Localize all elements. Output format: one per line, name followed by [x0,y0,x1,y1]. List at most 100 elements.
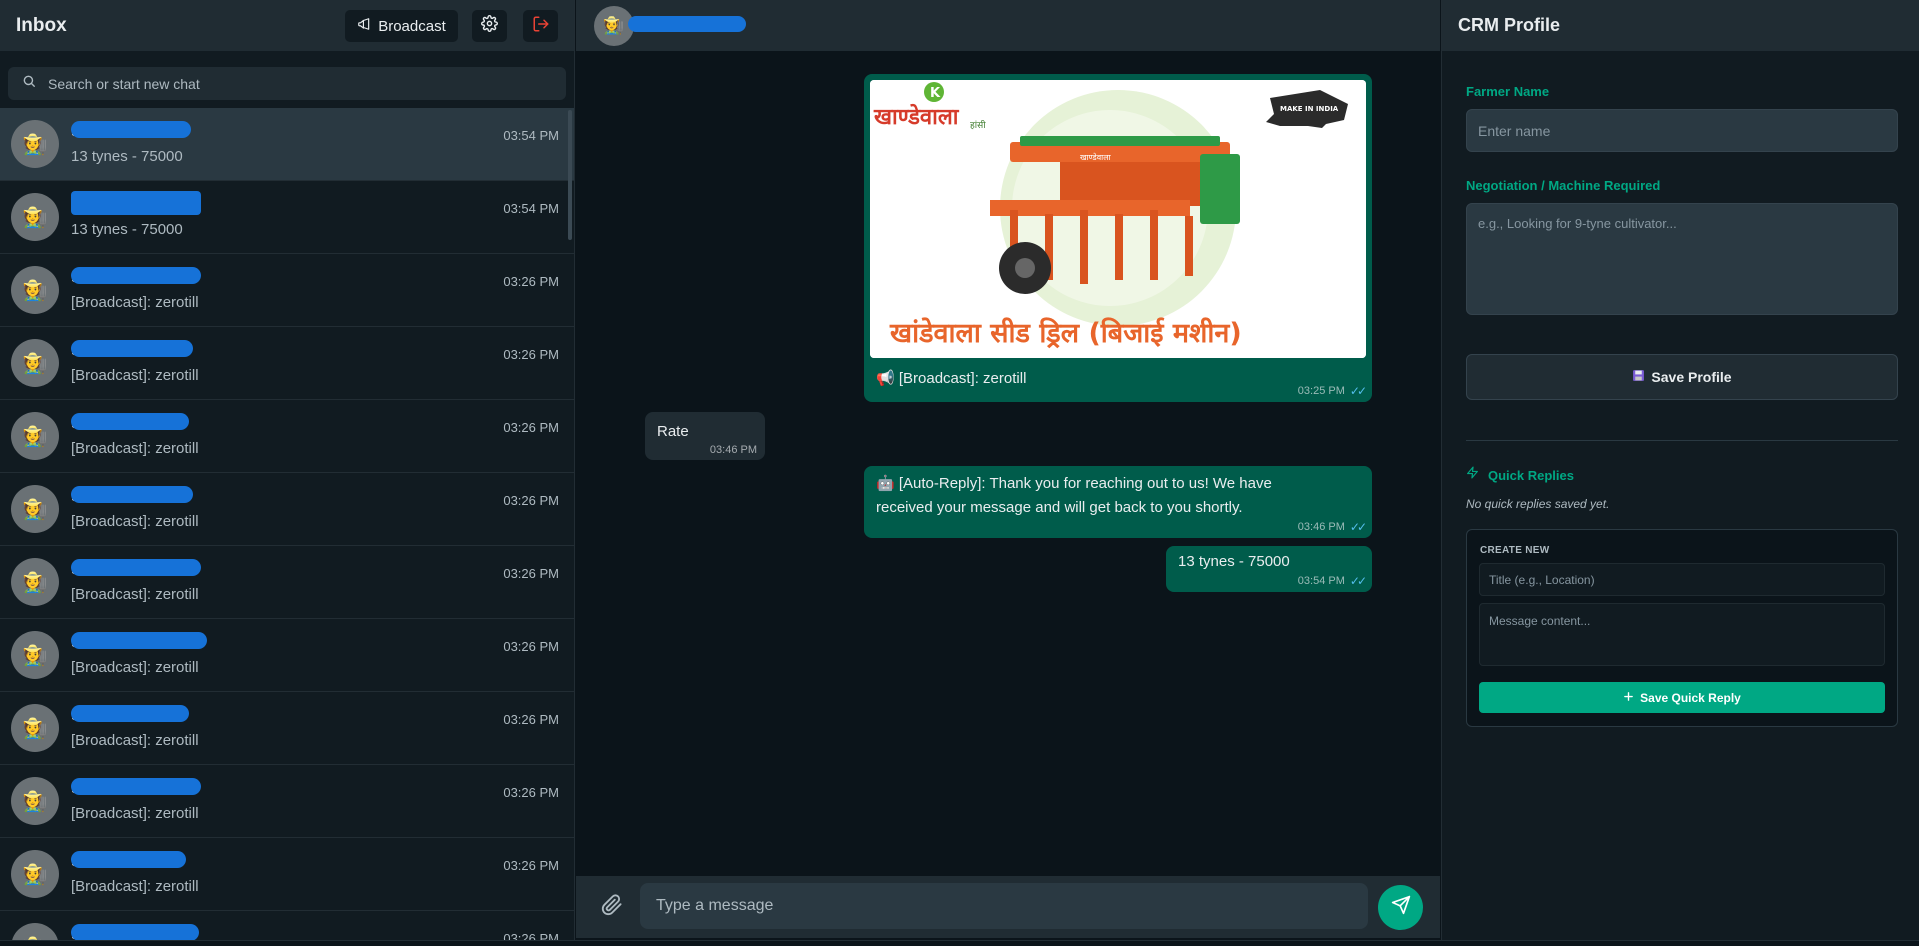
crm-title: CRM Profile [1458,15,1561,35]
message-bubble-outgoing[interactable]: K खाण्डेवाला हांसी MAKE IN INDIA खाण्डेव… [864,74,1372,402]
avatar: 🧑‍🌾 [11,850,59,898]
chat-item-preview: 13 tynes - 75000 [71,147,183,165]
chat-list-scrollbar[interactable] [568,110,572,240]
avatar: 🧑‍🌾 [11,339,59,387]
message-time: 03:46 PM [709,444,757,456]
message-text: 13 tynes - 75000 [1178,553,1290,570]
redaction-mark [71,485,193,503]
chat-list-item[interactable]: 🧑‍🌾918888293888[Broadcast]: zerotill03:2… [0,619,574,692]
redaction-mark [71,120,191,138]
avatar: 🧑‍🌾 [11,412,59,460]
farmer-name-field[interactable] [1466,109,1898,152]
brand-sub-text: हांसी [970,119,986,131]
chat-item-body: 918729828884[Broadcast]: zerotill03:26 P… [71,765,574,838]
logout-button[interactable] [523,10,558,42]
chat-header[interactable]: 🧑‍🌾 9188860012 [576,0,1440,51]
avatar: 🧑‍🌾 [11,777,59,825]
message-time: 03:46 PM ✓✓ [1297,520,1367,534]
save-quick-reply-button[interactable]: Save Quick Reply [1479,682,1885,713]
chat-list: 🧑‍🌾9188960008413 tynes - 7500003:54 PM🧑‍… [0,108,574,946]
product-caption-text: खांडेवाला सीड ड्रिल (बिजाई मशीन) [889,317,1242,349]
crm-panel: CRM Profile Farmer Name Negotiation / Ma… [1441,0,1919,946]
chat-item-time: 03:26 PM [503,784,559,800]
chat-list-item[interactable]: 🧑‍🌾91861179921[Broadcast]: zerotill03:26… [0,400,574,473]
chat-list-item[interactable]: 🧑‍🌾91848283948[Broadcast]: zerotill03:26… [0,692,574,765]
avatar: 🧑‍🌾 [11,120,59,168]
empty-quick-replies-text: No quick replies saved yet. [1466,497,1610,511]
chat-item-body: 918888293888[Broadcast]: zerotill03:26 P… [71,619,574,692]
save-quick-reply-label: Save Quick Reply [1640,690,1741,705]
message-composer [576,876,1440,938]
chat-item-time: 03:26 PM [503,492,559,508]
chat-item-body: 91893838491[Broadcast]: zerotill03:26 PM [71,838,574,911]
chat-item-time: 03:26 PM [503,857,559,873]
message-text: 🤖 [Auto-Reply]: Thank you for reaching o… [876,475,1272,516]
chat-list-item[interactable]: 🧑‍🌾918293144100[Broadcast]: zerotill03:2… [0,327,574,400]
chat-item-preview: [Broadcast]: zerotill [71,293,199,311]
chat-list-item[interactable]: 🧑‍🌾91894493929[Broadcast]: zerotill03:26… [0,546,574,619]
quick-reply-title-field[interactable] [1479,563,1885,596]
message-time: 03:25 PM ✓✓ [1297,384,1367,398]
send-icon [1391,895,1411,920]
chat-list-item[interactable]: 🧑‍🌾9188960008413 tynes - 7500003:54 PM [0,108,574,181]
floppy-disk-icon [1632,369,1645,385]
avatar: 🧑‍🌾 [11,193,59,241]
chat-list-item[interactable]: 🧑‍🌾91893838491[Broadcast]: zerotill03:26… [0,838,574,911]
quick-reply-content-field[interactable] [1479,603,1885,666]
redaction-mark [71,190,201,215]
redaction-mark [71,266,201,284]
avatar: 🧑‍🌾 [11,704,59,752]
chat-item-body: 9188960008413 tynes - 7500003:54 PM [71,108,574,181]
inbox-title: Inbox [16,14,67,36]
paperclip-icon [601,893,623,921]
message-bubble-outgoing[interactable]: 13 tynes - 75000 03:54 PM ✓✓ [1166,546,1372,592]
negotiation-field[interactable] [1466,203,1898,315]
chat-list-item[interactable]: 🧑‍🌾 13 tynes - 75000 03:54 PM [0,181,574,254]
chat-item-body: 13 tynes - 75000 03:54 PM [71,181,574,254]
chat-list-item[interactable]: 🧑‍🌾918874988888[Broadcast]: zerotill03:2… [0,254,574,327]
redaction-mark [71,777,201,795]
chat-list-item[interactable]: 🧑‍🌾918729828884[Broadcast]: zerotill03:2… [0,765,574,838]
settings-button[interactable] [472,10,507,42]
machine-label-text: खाण्डेवाला [1080,152,1112,162]
search-input[interactable] [48,75,528,92]
avatar: 🧑‍🌾 [11,266,59,314]
read-ticks-icon: ✓✓ [1349,520,1367,534]
message-bubble-incoming[interactable]: Rate 03:46 PM [645,412,765,460]
avatar: 🧑‍🌾 [11,558,59,606]
quick-replies-title: Quick Replies [1488,467,1574,483]
create-new-label: CREATE NEW [1480,545,1550,556]
attach-button[interactable] [598,893,626,921]
chat-pane: 🧑‍🌾 9188860012 K खाण्डेवाला हांसी MAKE [576,0,1440,946]
negotiation-label: Negotiation / Machine Required [1466,178,1661,193]
chat-list-item[interactable]: 🧑‍🌾919729738929[Broadcast]: zerotill03:2… [0,473,574,546]
chat-item-preview: [Broadcast]: zerotill [71,877,199,895]
product-image[interactable]: K खाण्डेवाला हांसी MAKE IN INDIA खाण्डेव… [870,80,1366,358]
redaction-mark [71,558,201,576]
send-button[interactable] [1378,885,1423,930]
chat-item-preview: [Broadcast]: zerotill [71,804,199,822]
message-input[interactable] [640,883,1368,929]
broadcast-button[interactable]: Broadcast [345,10,458,42]
megaphone-icon [357,17,371,35]
chat-sidebar: Inbox Broadcast 🧑‍🌾9188960008413 tynes - [0,0,575,946]
avatar: 🧑‍🌾 [11,485,59,533]
chat-item-preview: [Broadcast]: zerotill [71,658,199,676]
chat-item-time: 03:54 PM [503,200,559,216]
crm-header: CRM Profile [1442,0,1919,51]
chat-item-body: 918874988888[Broadcast]: zerotill03:26 P… [71,254,574,327]
create-quick-reply-box: CREATE NEW Save Quick Reply [1466,529,1898,727]
chat-item-preview: [Broadcast]: zerotill [71,731,199,749]
chat-item-body: 91848283948[Broadcast]: zerotill03:26 PM [71,692,574,765]
save-profile-button[interactable]: Save Profile [1466,354,1898,400]
search-box[interactable] [8,67,566,100]
search-icon [22,74,36,93]
redaction-mark [71,923,199,941]
farmer-name-label: Farmer Name [1466,84,1550,99]
chat-item-preview: 13 tynes - 75000 [71,220,183,238]
redaction-mark [71,704,189,722]
message-bubble-outgoing[interactable]: 🤖 [Auto-Reply]: Thank you for reaching o… [864,466,1372,538]
message-text: 📢 [Broadcast]: zerotill [876,370,1027,387]
redaction-mark [71,339,193,357]
lightning-icon [1466,465,1479,485]
